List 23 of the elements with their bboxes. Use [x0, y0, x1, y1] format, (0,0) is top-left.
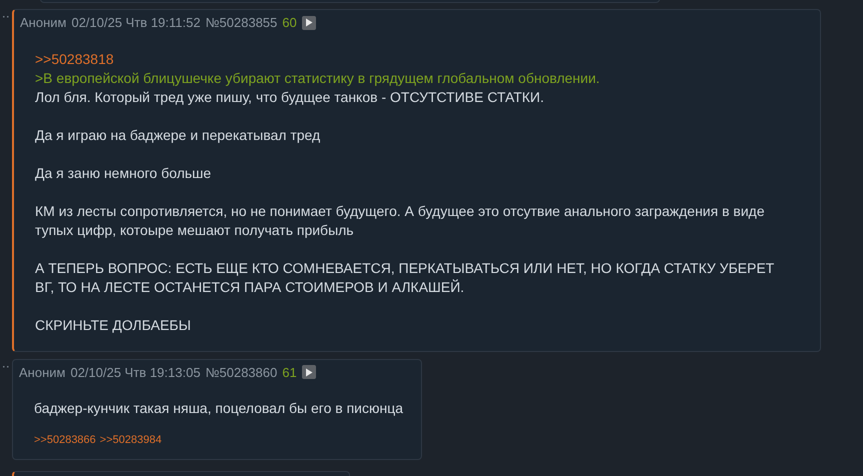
post-number[interactable]: №50283860 — [205, 362, 278, 382]
quote-text: >В европейской блицушечке убирают статистику в грядущем глобальном обновлении. — [35, 68, 601, 88]
post-date: 02/10/25 Чтв 19:11:52 — [71, 14, 200, 32]
drag-handle-icon[interactable] — [3, 16, 9, 18]
play-icon[interactable] — [302, 16, 316, 30]
post-text: Да я заню немного больше — [35, 164, 212, 182]
post-text: Лол бля. Который тред уже пишу, что будщее танков - ОТСУТСТИВЕ СТАТКИ. — [35, 88, 545, 106]
post-text: баджер-кунчик такая няша, поцеловал бы его в писюнца — [34, 399, 404, 418]
post-text: Да я играю на баджере и перекатывал тред — [35, 126, 322, 144]
post-index: 61 — [282, 364, 297, 382]
author-name: Аноним — [20, 14, 66, 32]
reply-link[interactable]: >>50283818 — [35, 50, 114, 68]
reply-link[interactable]: >>50283866 — [34, 432, 96, 448]
post-index: 60 — [282, 14, 297, 32]
post-text: СКРИНЬТЕ ДОЛБАЕБЫ — [35, 316, 192, 334]
author-name: Аноним — [19, 364, 66, 382]
post-text: КМ из лесты сопротивляется, но не понимает будущего. А будущее это отсутвие анального заграждения в виде тупых цифр, котоыре мешают получать прибыль — [35, 202, 766, 240]
post-date: 02/10/25 Чтв 19:13:05 — [70, 364, 200, 382]
reply-link[interactable]: >>50283984 — [100, 432, 162, 448]
post-text: А ТЕПЕРЬ ВОПРОС: ЕСТЬ ЕЩЕ КТО СОМНЕВАЕТСЯ, ПЕРКАТЫВАТЬСЯ ИЛИ НЕТ, НО КОГДА СТАТКУ УБЕРЕТ ВГ, ТО НА ЛЕСТЕ ОСТАНЕТСЯ ПАРА СТОИМЕРОВ И АЛКАШЕЙ. — [35, 258, 776, 296]
post-number[interactable]: №50283855 — [205, 13, 278, 32]
play-icon[interactable] — [302, 365, 316, 380]
drag-handle-icon[interactable] — [3, 366, 9, 368]
